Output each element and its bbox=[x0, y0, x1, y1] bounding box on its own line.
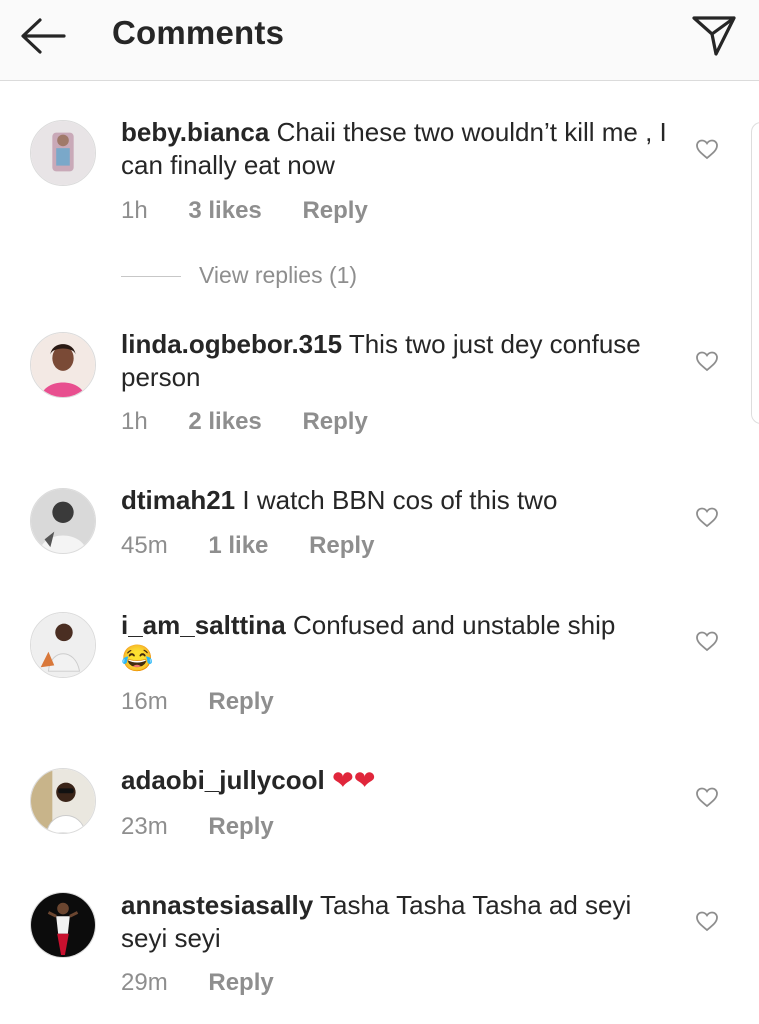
timestamp: 1h bbox=[121, 408, 148, 435]
likes-count[interactable]: 2 likes bbox=[188, 408, 261, 435]
comment-meta: 16m Reply bbox=[121, 688, 308, 716]
comment-meta: 45m 1 like Reply bbox=[121, 532, 408, 560]
top-bar: Comments bbox=[0, 0, 759, 81]
reply-button[interactable]: Reply bbox=[302, 197, 367, 224]
comment-meta: 1h 2 likes Reply bbox=[121, 408, 402, 436]
heart-icon[interactable] bbox=[695, 910, 719, 932]
comment-meta: 23m Reply bbox=[121, 813, 308, 841]
heart-icon[interactable] bbox=[695, 350, 719, 372]
comment-text: linda.ogbebor.315 This two just dey conf… bbox=[121, 328, 681, 394]
avatar[interactable] bbox=[30, 332, 96, 398]
timestamp: 29m bbox=[121, 969, 168, 996]
timestamp: 16m bbox=[121, 688, 168, 715]
comment-body: I watch BBN cos of this two bbox=[242, 485, 558, 515]
avatar[interactable] bbox=[30, 488, 96, 554]
view-replies-button[interactable]: View replies (1) bbox=[121, 262, 357, 289]
comment-text: adaobi_jullycool ❤❤ bbox=[121, 764, 681, 797]
username[interactable]: annastesiasally bbox=[121, 890, 313, 920]
laughing-emoji-icon: 😂 bbox=[121, 643, 154, 673]
likes-count[interactable]: 1 like bbox=[208, 532, 268, 559]
comment-text: annastesiasally Tasha Tasha Tasha ad sey… bbox=[121, 889, 681, 955]
reply-button[interactable]: Reply bbox=[302, 408, 367, 435]
avatar[interactable] bbox=[30, 892, 96, 958]
likes-count[interactable]: 3 likes bbox=[188, 197, 261, 224]
avatar[interactable] bbox=[30, 120, 96, 186]
view-replies-label: View replies (1) bbox=[199, 262, 358, 288]
comment-text: beby.bianca Chaii these two wouldn’t kil… bbox=[121, 116, 681, 182]
comment-text: i_am_salttina Confused and unstable ship… bbox=[121, 609, 681, 675]
reply-button[interactable]: Reply bbox=[309, 532, 374, 559]
username[interactable]: i_am_salttina bbox=[121, 610, 286, 640]
reply-button[interactable]: Reply bbox=[208, 969, 273, 996]
heart-icon[interactable] bbox=[695, 138, 719, 160]
comment-text: dtimah21 I watch BBN cos of this two bbox=[121, 484, 681, 517]
divider bbox=[121, 276, 181, 278]
arrow-left-icon[interactable] bbox=[18, 17, 68, 55]
reply-button[interactable]: Reply bbox=[208, 688, 273, 715]
username[interactable]: linda.ogbebor.315 bbox=[121, 329, 342, 359]
timestamp: 1h bbox=[121, 197, 148, 224]
page-title: Comments bbox=[112, 14, 285, 51]
red-hearts-emoji-icon: ❤❤ bbox=[331, 765, 376, 795]
comment-meta: 1h 3 likes Reply bbox=[121, 197, 402, 225]
heart-icon[interactable] bbox=[695, 506, 719, 528]
timestamp: 45m bbox=[121, 532, 168, 559]
comment-body: Confused and unstable ship bbox=[292, 610, 616, 640]
heart-icon[interactable] bbox=[695, 786, 719, 808]
avatar[interactable] bbox=[30, 612, 96, 678]
username[interactable]: dtimah21 bbox=[121, 485, 235, 515]
heart-icon[interactable] bbox=[695, 630, 719, 652]
comment-meta: 29m Reply bbox=[121, 969, 308, 997]
timestamp: 23m bbox=[121, 813, 168, 840]
username[interactable]: adaobi_jullycool bbox=[121, 765, 325, 795]
avatar[interactable] bbox=[30, 768, 96, 834]
scrollbar[interactable] bbox=[751, 122, 759, 424]
paper-plane-icon[interactable] bbox=[690, 12, 738, 58]
username[interactable]: beby.bianca bbox=[121, 117, 269, 147]
reply-button[interactable]: Reply bbox=[208, 813, 273, 840]
